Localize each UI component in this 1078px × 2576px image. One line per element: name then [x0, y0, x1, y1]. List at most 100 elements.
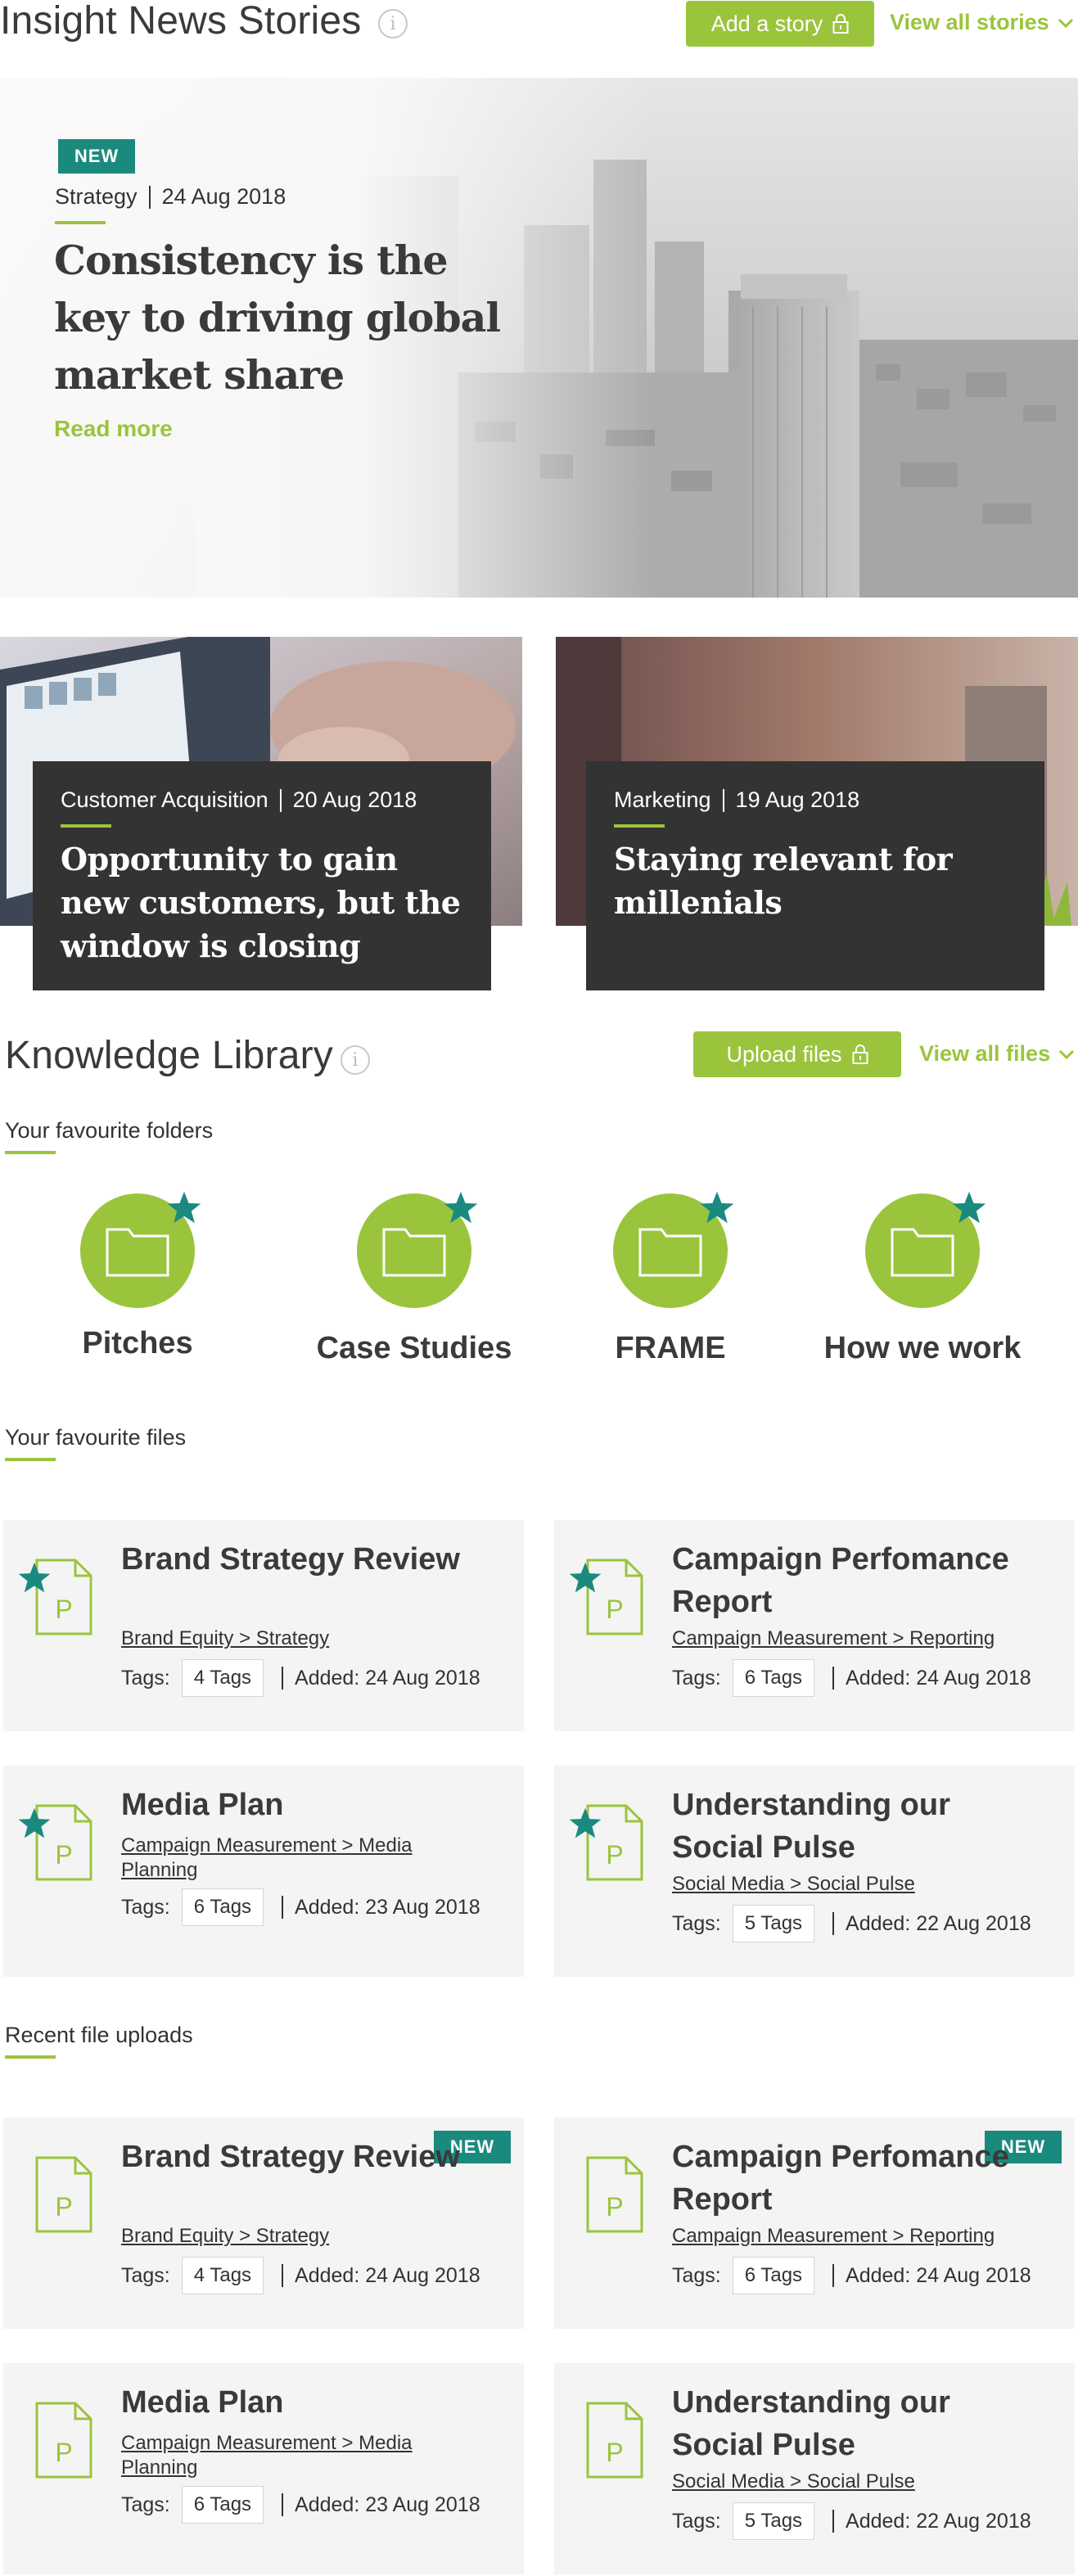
- tags-count[interactable]: 4 Tags: [181, 1659, 264, 1697]
- file-meta: Tags: 6 Tags Added: 24 Aug 2018: [672, 2257, 1031, 2294]
- file-title[interactable]: Brand Strategy Review: [121, 1538, 489, 1581]
- tags-label: Tags:: [672, 2509, 721, 2533]
- lock-icon: [832, 14, 849, 34]
- folder-circle[interactable]: [865, 1191, 986, 1308]
- heading-underline: [5, 1458, 56, 1461]
- folder-icon: [106, 1228, 169, 1277]
- tags-count[interactable]: 6 Tags: [181, 2486, 264, 2524]
- file-path-link[interactable]: Social Media > Social Pulse: [672, 1872, 1016, 1897]
- file-path-link[interactable]: Brand Equity > Strategy: [121, 2224, 465, 2249]
- file-meta: Tags: 4 Tags Added: 24 Aug 2018: [121, 1659, 480, 1697]
- svg-text:P: P: [606, 2192, 623, 2222]
- file-icon: P: [586, 2402, 643, 2479]
- folder-circle[interactable]: [80, 1191, 201, 1308]
- file-card[interactable]: P Campaign Perfomance Report Campaign Me…: [554, 1520, 1075, 1731]
- svg-text:P: P: [55, 2192, 72, 2222]
- star-icon[interactable]: [16, 1807, 52, 1841]
- tags-count[interactable]: 5 Tags: [732, 1905, 815, 1942]
- file-icon: P: [586, 2156, 643, 2233]
- meta-divider: [832, 2510, 835, 2533]
- file-path-link[interactable]: Campaign Measurement > Media Planning: [121, 1834, 465, 1883]
- svg-text:P: P: [55, 2438, 72, 2467]
- file-card[interactable]: P Understanding our Social Pulse Social …: [554, 1766, 1075, 1977]
- story-underline: [61, 824, 111, 828]
- file-meta: Tags: 4 Tags Added: 24 Aug 2018: [121, 2257, 480, 2294]
- meta-divider: [282, 2493, 284, 2516]
- hero-story[interactable]: NEW Strategy 24 Aug 2018 Consistency is …: [0, 78, 1078, 598]
- meta-divider: [722, 788, 724, 812]
- file-path-link[interactable]: Campaign Measurement > Reporting: [672, 1626, 1016, 1651]
- story-card-1[interactable]: Customer Acquisition 20 Aug 2018 Opportu…: [33, 761, 491, 990]
- chevron-down-icon: [1058, 18, 1073, 28]
- folder-name: How we work: [823, 1331, 1022, 1365]
- info-icon[interactable]: [341, 1045, 370, 1075]
- tags-label: Tags:: [672, 2263, 721, 2287]
- file-card[interactable]: P Understanding our Social Pulse Social …: [554, 2363, 1075, 2574]
- file-title[interactable]: Campaign Perfomance Report: [672, 2136, 1040, 2221]
- story-card-2[interactable]: Marketing 19 Aug 2018 Staying relevant f…: [586, 761, 1044, 990]
- tags-count[interactable]: 5 Tags: [732, 2502, 815, 2540]
- meta-divider: [279, 788, 282, 812]
- star-icon[interactable]: [567, 1807, 603, 1841]
- file-path-link[interactable]: Campaign Measurement > Reporting: [672, 2224, 1016, 2249]
- tags-count[interactable]: 6 Tags: [732, 1659, 815, 1697]
- meta-divider: [282, 1896, 284, 1919]
- view-all-files-link[interactable]: View all files: [919, 1041, 1075, 1067]
- file-card[interactable]: P Media Plan Campaign Measurement > Medi…: [3, 2363, 524, 2574]
- added-date: Added: 24 Aug 2018: [295, 2263, 480, 2287]
- file-card[interactable]: P Media Plan Campaign Measurement > Medi…: [3, 1766, 524, 1977]
- hero-underline: [55, 221, 106, 224]
- folder-icon: [891, 1228, 954, 1277]
- view-all-files-label: View all files: [919, 1041, 1051, 1066]
- meta-divider: [832, 2264, 835, 2287]
- file-card[interactable]: P NEW Campaign Perfomance Report Campaig…: [554, 2118, 1075, 2329]
- upload-files-button[interactable]: Upload files: [693, 1031, 901, 1077]
- new-badge: NEW: [58, 139, 135, 174]
- file-path-link[interactable]: Brand Equity > Strategy: [121, 1626, 465, 1651]
- file-title[interactable]: Brand Strategy Review: [121, 2136, 489, 2178]
- hero-title[interactable]: Consistency is the key to driving global…: [54, 232, 512, 404]
- file-card[interactable]: P Brand Strategy Review Brand Equity > S…: [3, 1520, 524, 1731]
- added-date: Added: 23 Aug 2018: [295, 1895, 480, 1919]
- folder-case-studies[interactable]: Case Studies: [291, 1191, 537, 1366]
- star-icon[interactable]: [16, 1561, 52, 1595]
- file-title[interactable]: Media Plan: [121, 2381, 489, 2424]
- view-all-stories-link[interactable]: View all stories: [890, 10, 1074, 35]
- file-path-link[interactable]: Social Media > Social Pulse: [672, 2470, 1016, 2494]
- folder-frame[interactable]: FRAME: [548, 1191, 793, 1366]
- star-icon[interactable]: [567, 1561, 603, 1595]
- tags-label: Tags:: [121, 2263, 170, 2287]
- story-title: Staying relevant for millenials: [614, 841, 953, 921]
- file-icon: P: [35, 2402, 92, 2479]
- file-title[interactable]: Understanding our Social Pulse: [672, 1784, 1040, 1869]
- add-story-button[interactable]: Add a story: [686, 1, 874, 47]
- story-underline: [614, 824, 665, 828]
- tags-count[interactable]: 4 Tags: [181, 2257, 264, 2294]
- file-title[interactable]: Campaign Perfomance Report: [672, 1538, 1040, 1623]
- folder-circle[interactable]: [613, 1191, 734, 1308]
- heading-underline: [5, 1151, 56, 1154]
- file-title[interactable]: Media Plan: [121, 1784, 489, 1826]
- file-path-link[interactable]: Campaign Measurement > Media Planning: [121, 2431, 465, 2480]
- folder-how-we-work[interactable]: How we work: [800, 1191, 1045, 1366]
- tags-count[interactable]: 6 Tags: [181, 1888, 264, 1926]
- star-icon: [167, 1191, 201, 1224]
- folder-pitches[interactable]: Pitches: [15, 1191, 260, 1361]
- tags-label: Tags:: [121, 2493, 170, 2516]
- file-title[interactable]: Understanding our Social Pulse: [672, 2381, 1040, 2466]
- file-meta: Tags: 6 Tags Added: 23 Aug 2018: [121, 2486, 480, 2524]
- favourite-folders-heading: Your favourite folders: [5, 1118, 214, 1143]
- added-date: Added: 24 Aug 2018: [846, 2263, 1031, 2287]
- info-icon[interactable]: [378, 9, 408, 38]
- tags-count[interactable]: 6 Tags: [732, 2257, 815, 2294]
- read-more-link[interactable]: Read more: [54, 416, 173, 442]
- added-date: Added: 24 Aug 2018: [295, 1666, 480, 1690]
- meta-divider: [282, 1667, 284, 1690]
- file-meta: Tags: 6 Tags Added: 23 Aug 2018: [121, 1888, 480, 1926]
- folder-icon: [638, 1228, 702, 1277]
- hero-date: 24 Aug 2018: [161, 184, 286, 209]
- file-card[interactable]: P NEW Brand Strategy Review Brand Equity…: [3, 2118, 524, 2329]
- folder-circle[interactable]: [357, 1191, 478, 1308]
- svg-text:P: P: [55, 1840, 72, 1870]
- tags-label: Tags:: [121, 1895, 170, 1919]
